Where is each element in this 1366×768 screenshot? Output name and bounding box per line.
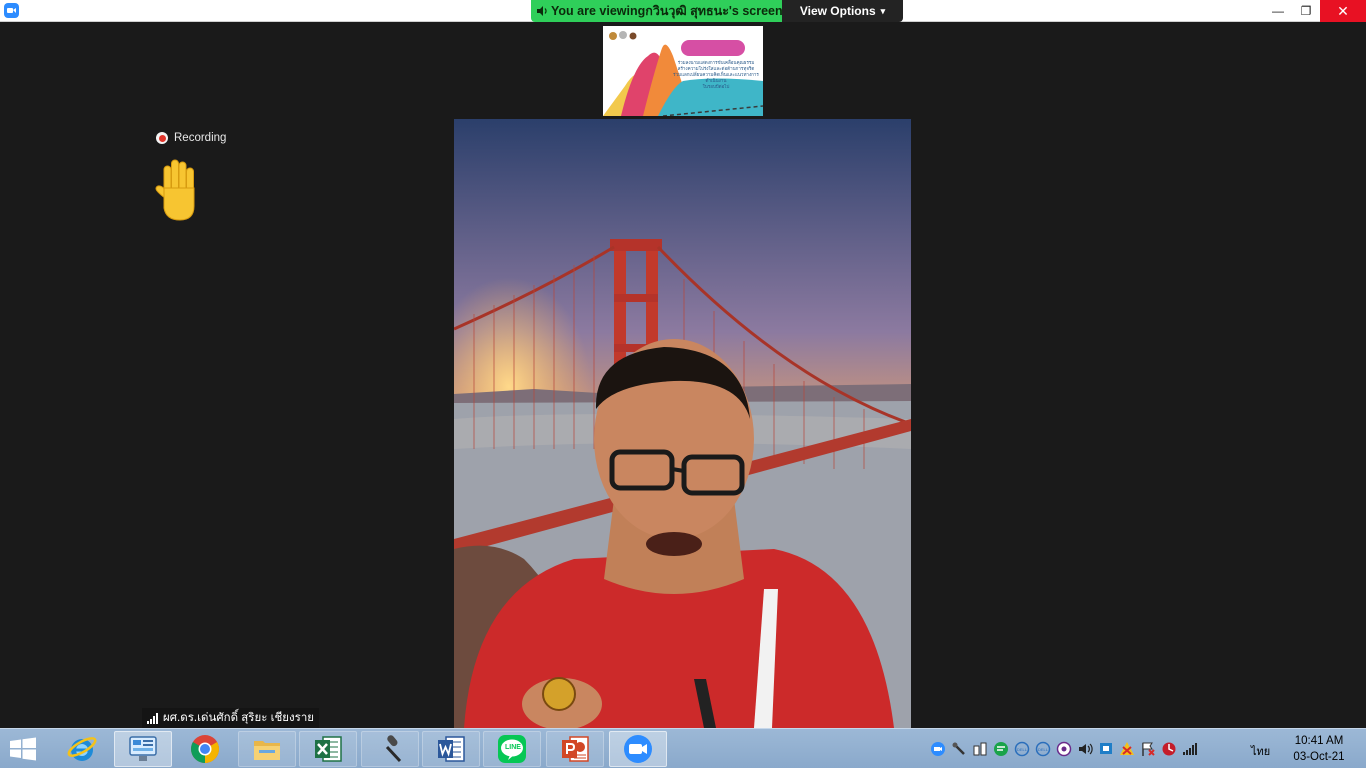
taskbar-excel[interactable]: [299, 731, 357, 767]
dell-tray-icon[interactable]: DELL: [1014, 741, 1030, 757]
record-icon: [156, 132, 168, 144]
view-options-button[interactable]: View Options ▾: [782, 0, 903, 22]
chat-tray-icon[interactable]: [993, 741, 1009, 757]
signal-tray-icon[interactable]: [1182, 741, 1198, 757]
shared-screen-line: ร่วมแลกเปลี่ยนความคิดเห็นและแนวทางการดำเ…: [673, 72, 759, 83]
input-language[interactable]: ไทย: [1251, 742, 1270, 760]
taskbar-control-panel[interactable]: [114, 731, 172, 767]
participant-name: ผศ.ดร.เด่นศักดิ์ สุริยะ เชียงราย: [163, 712, 315, 724]
excel-icon: [315, 736, 342, 762]
taskbar-internet-explorer[interactable]: [53, 731, 111, 767]
zoom-meeting-window: You are viewing กวินวุฒิ สุทธนะ's screen…: [0, 0, 1366, 768]
action-center-flag-icon[interactable]: [1140, 741, 1156, 757]
internet-explorer-icon: [67, 737, 97, 761]
signal-strength-icon: [147, 712, 158, 724]
sharer-name: กวินวุฒิ สุทธนะ's screen: [645, 4, 783, 18]
viewing-prefix: You are viewing: [551, 4, 646, 18]
viewing-notice: You are viewing กวินวุฒิ สุทธนะ's screen: [531, 0, 783, 22]
zoom-tray-icon[interactable]: [930, 741, 946, 757]
taskbar-file-explorer[interactable]: [238, 731, 296, 767]
network-tray-icon[interactable]: [1098, 741, 1114, 757]
taskbar-microphone[interactable]: [361, 731, 419, 767]
line-label: LINE: [505, 744, 521, 751]
zoom-app-icon: [4, 3, 19, 18]
title-bar: You are viewing กวินวุฒิ สุทธนะ's screen…: [0, 0, 1366, 22]
taskbar-powerpoint[interactable]: [546, 731, 604, 767]
svg-text:DELL: DELL: [1038, 747, 1049, 752]
dell-update-tray-icon[interactable]: DELL: [1035, 741, 1051, 757]
clock-date: 03-Oct-21: [1293, 751, 1345, 763]
microphone-tray-icon[interactable]: [951, 741, 967, 757]
taskbar: LINE DELL DELL ไทย 10:41 AM 03-Oct-21: [0, 728, 1366, 768]
device-tray-icon[interactable]: [972, 741, 988, 757]
video-frame-image: [454, 119, 911, 728]
taskbar-line[interactable]: LINE: [483, 731, 541, 767]
windows-logo-icon: [10, 737, 36, 761]
window-controls: — ❐ ✕: [1264, 0, 1366, 22]
taskbar-clock[interactable]: 10:41 AM 03-Oct-21: [1284, 733, 1354, 765]
screen-share-banner: You are viewing กวินวุฒิ สุทธนะ's screen…: [531, 0, 903, 22]
restore-button[interactable]: ❐: [1292, 0, 1320, 22]
taskbar-zoom[interactable]: [609, 731, 667, 767]
taskbar-word[interactable]: [422, 731, 480, 767]
volume-icon[interactable]: [1077, 741, 1093, 757]
security-tray-icon[interactable]: [1056, 741, 1072, 757]
start-button[interactable]: [8, 737, 38, 761]
word-icon: [438, 736, 465, 762]
chevron-down-icon: ▾: [880, 5, 886, 16]
system-tray: DELL DELL: [930, 729, 1198, 768]
control-panel-icon: [129, 736, 157, 761]
shared-screen-thumbnail[interactable]: ร่วมลงนามแสดงการขับเคลื่อนคุณธรรม สร้างค…: [603, 26, 763, 116]
participant-video[interactable]: [454, 119, 911, 728]
close-button[interactable]: ✕: [1320, 0, 1366, 22]
error-tray-icon[interactable]: [1119, 741, 1135, 757]
speaker-icon: [536, 5, 548, 17]
shared-screen-text: ร่วมลงนามแสดงการขับเคลื่อนคุณธรรม สร้างค…: [673, 60, 759, 90]
svg-text:DELL: DELL: [1017, 747, 1028, 752]
clock-time: 10:41 AM: [1294, 735, 1344, 747]
powerpoint-icon: [562, 736, 589, 762]
minimize-button[interactable]: —: [1264, 0, 1292, 22]
chrome-icon: [191, 735, 219, 763]
recording-indicator[interactable]: Recording: [156, 132, 226, 144]
participant-name-tag: ผศ.ดร.เด่นศักดิ์ สุริยะ เชียงราย: [142, 708, 320, 728]
folder-icon: [254, 741, 280, 760]
raised-hand-icon: [150, 158, 208, 224]
view-options-label: View Options: [799, 4, 876, 18]
taskbar-chrome[interactable]: [176, 731, 234, 767]
power-tray-icon[interactable]: [1161, 741, 1177, 757]
microphone-icon: [385, 735, 402, 763]
recording-label: Recording: [174, 132, 227, 144]
shared-screen-line: ในรอบปีต่อไป: [702, 84, 730, 89]
zoom-icon: [624, 735, 652, 763]
